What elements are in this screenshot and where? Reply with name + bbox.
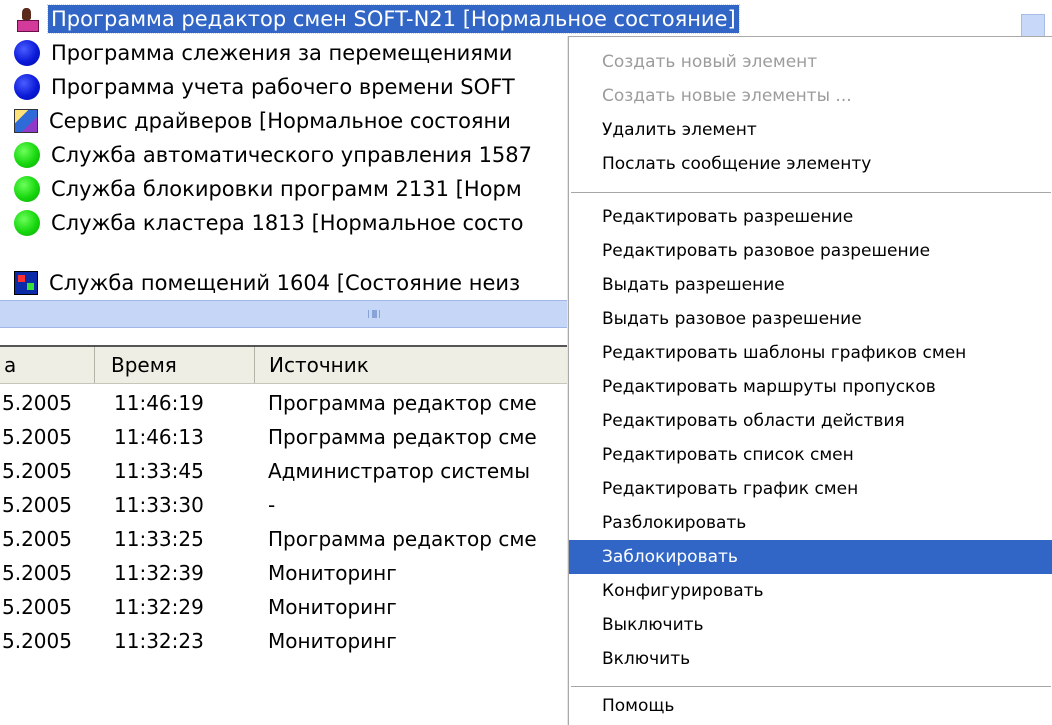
tree-item-label: Служба помещений 1604 [Состояние неиз xyxy=(49,271,521,295)
cell-source: Программа редактор сме xyxy=(268,527,537,551)
cell-date: 5.2005 xyxy=(2,425,72,449)
menu-separator xyxy=(571,686,1051,688)
menu-item-edit-onetime-permission[interactable]: Редактировать разовое разрешение xyxy=(569,234,1052,268)
menu-item-create-element: Создать новый элемент xyxy=(602,52,818,72)
cell-time: 11:33:45 xyxy=(114,459,204,483)
cell-source: Мониторинг xyxy=(268,595,397,619)
tree-item-rooms[interactable]: Служба помещений 1604 [Состояние неиз xyxy=(14,268,523,298)
tree-item-label: Служба блокировки программ 2131 [Норм xyxy=(51,177,522,201)
tree-item-driver-service[interactable]: Сервис драйверов [Нормальное состояни xyxy=(14,106,514,136)
menu-item-edit-shift-templates[interactable]: Редактировать шаблоны графиков смен xyxy=(569,336,1052,370)
cell-date: 5.2005 xyxy=(2,459,72,483)
menu-item-issue-onetime-permission[interactable]: Выдать разовое разрешение xyxy=(569,302,1052,336)
cell-source: Мониторинг xyxy=(268,629,397,653)
cell-time: 11:33:25 xyxy=(114,527,204,551)
menu-item-unlock[interactable]: Разблокировать xyxy=(569,506,1052,540)
cell-date: 5.2005 xyxy=(2,527,72,551)
cell-time: 11:32:23 xyxy=(114,629,204,653)
cell-time: 11:46:13 xyxy=(114,425,204,449)
cell-source: Программа редактор сме xyxy=(268,391,537,415)
menu-item-turn-off[interactable]: Выключить xyxy=(569,608,1052,642)
tree-item-label: Сервис драйверов [Нормальное состояни xyxy=(49,109,511,133)
tree-item-program-lock[interactable]: Служба блокировки программ 2131 [Норм xyxy=(14,174,525,204)
blue-status-icon xyxy=(14,40,40,66)
green-status-icon xyxy=(14,176,40,202)
menu-item-help[interactable]: Помощь xyxy=(569,689,1052,723)
column-header-date[interactable]: а xyxy=(0,347,95,383)
cell-time: 11:32:39 xyxy=(114,561,204,585)
cell-time: 11:33:30 xyxy=(114,493,204,517)
splitter-grip-icon[interactable] xyxy=(368,310,380,318)
context-menu: Создать новый элемент Создать новые элем… xyxy=(568,36,1052,725)
blue-status-icon xyxy=(14,74,40,100)
menu-item-lock[interactable]: Заблокировать xyxy=(569,540,1052,574)
menu-item-turn-on[interactable]: Включить xyxy=(569,642,1052,676)
cell-source: Программа редактор сме xyxy=(268,425,537,449)
tree-item-label: Программа учета рабочего времени SOFT xyxy=(51,75,515,99)
menu-item-issue-permission[interactable]: Выдать разрешение xyxy=(569,268,1052,302)
cell-source: Администратор системы xyxy=(268,459,531,483)
menu-item-configure[interactable]: Конфигурировать xyxy=(569,574,1052,608)
cell-date: 5.2005 xyxy=(2,391,72,415)
cell-date: 5.2005 xyxy=(2,561,72,585)
menu-item-create-elements: Создать новые элементы ... xyxy=(602,86,852,106)
tree-item-cluster[interactable]: Служба кластера 1813 [Нормальное состо xyxy=(14,208,526,238)
cell-source: Мониторинг xyxy=(268,561,397,585)
tree-item-movement-tracking[interactable]: Программа слежения за перемещениями xyxy=(14,38,515,68)
tree-item-label: Программа редактор смен SOFT-N21 [Нормал… xyxy=(47,4,740,34)
menu-item-edit-scope-areas[interactable]: Редактировать области действия xyxy=(569,404,1052,438)
green-status-icon xyxy=(14,210,40,236)
tree-item-label: Программа слежения за перемещениями xyxy=(51,41,513,65)
tree-item-work-time[interactable]: Программа учета рабочего времени SOFT xyxy=(14,72,518,102)
column-header-time[interactable]: Время xyxy=(97,347,255,383)
menu-separator xyxy=(571,192,1051,194)
menu-item-edit-shift-list[interactable]: Редактировать список смен xyxy=(569,438,1052,472)
cell-date: 5.2005 xyxy=(2,595,72,619)
menu-item-edit-pass-routes[interactable]: Редактировать маршруты пропусков xyxy=(569,370,1052,404)
menu-item-edit-shift-schedule[interactable]: Редактировать график смен xyxy=(569,472,1052,506)
tree-item-label: Служба кластера 1813 [Нормальное состо xyxy=(51,211,524,235)
cell-source: - xyxy=(268,493,276,517)
menu-item-edit-permission[interactable]: Редактировать разрешение xyxy=(569,200,1052,234)
cell-time: 11:46:19 xyxy=(114,391,204,415)
menu-item-send-message[interactable]: Послать сообщение элементу xyxy=(569,147,1052,181)
user-program-icon xyxy=(14,6,40,32)
drivers-service-icon xyxy=(14,109,38,133)
green-status-icon xyxy=(14,142,40,168)
cell-date: 5.2005 xyxy=(2,493,72,517)
tree-item-shift-editor[interactable]: Программа редактор смен SOFT-N21 [Нормал… xyxy=(14,4,740,34)
tree-item-label: Служба автоматического управления 1587 xyxy=(51,143,533,167)
rooms-service-icon xyxy=(14,271,38,295)
cell-time: 11:32:29 xyxy=(114,595,204,619)
menu-item-delete-element[interactable]: Удалить элемент xyxy=(569,113,1052,147)
tree-item-auto-control[interactable]: Служба автоматического управления 1587 xyxy=(14,140,535,170)
cell-date: 5.2005 xyxy=(2,629,72,653)
